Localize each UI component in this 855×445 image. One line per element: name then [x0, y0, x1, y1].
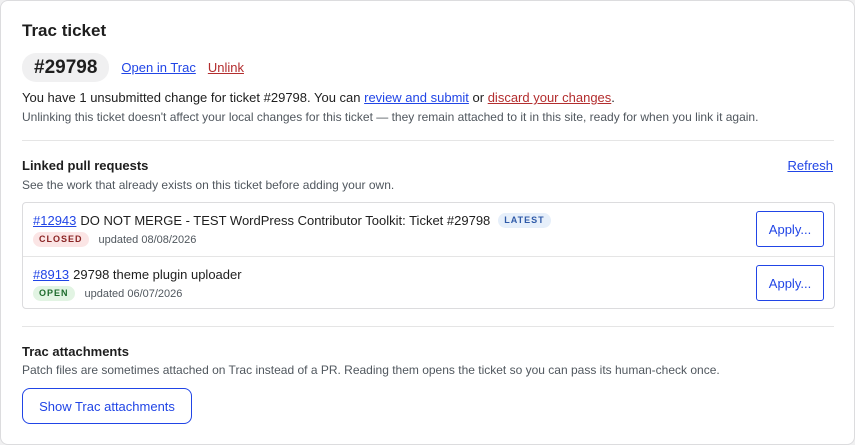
trac-attachments-description: Patch files are sometimes attached on Tr… — [22, 363, 720, 377]
unsubmitted-change-notice: You have 1 unsubmitted change for ticket… — [22, 90, 615, 105]
pr-number-link[interactable]: #12943 — [33, 213, 76, 228]
unlink-link[interactable]: Unlink — [208, 60, 244, 75]
apply-button[interactable]: Apply... — [756, 265, 824, 301]
ticket-number-badge: #29798 — [22, 53, 110, 82]
divider — [22, 326, 834, 327]
refresh-link[interactable]: Refresh — [787, 158, 833, 173]
pr-row: #8913 29798 theme plugin uploader OPEN u… — [23, 256, 834, 309]
pr-number-link[interactable]: #8913 — [33, 267, 69, 282]
pr-list: #12943 DO NOT MERGE - TEST WordPress Con… — [22, 202, 835, 309]
unlink-note: Unlinking this ticket doesn't affect you… — [22, 110, 759, 124]
pr-title-line: #12943 DO NOT MERGE - TEST WordPress Con… — [33, 213, 551, 228]
pr-title-line: #8913 29798 theme plugin uploader — [33, 267, 242, 282]
pr-meta-line: CLOSED updated 08/08/2026 — [33, 232, 196, 247]
pr-updated-date: updated 08/08/2026 — [98, 233, 197, 246]
discard-changes-link[interactable]: discard your changes — [488, 90, 612, 105]
divider — [22, 140, 834, 141]
linked-prs-description: See the work that already exists on this… — [22, 178, 395, 192]
apply-button[interactable]: Apply... — [756, 211, 824, 247]
status-badge-closed: CLOSED — [33, 232, 89, 247]
status-badge-open: OPEN — [33, 286, 75, 301]
notice-text-or: or — [468, 90, 488, 105]
notice-text-after: . — [611, 90, 615, 105]
pr-title: 29798 theme plugin uploader — [73, 267, 242, 282]
pr-updated-date: updated 06/07/2026 — [84, 287, 183, 300]
ticket-header-row: #29798 Open in Trac Unlink — [22, 53, 244, 82]
notice-text-before: You have 1 unsubmitted change for ticket… — [22, 90, 365, 105]
linked-prs-title: Linked pull requests — [22, 158, 149, 173]
card-title: Trac ticket — [22, 21, 107, 40]
latest-badge: LATEST — [498, 213, 551, 228]
trac-ticket-card: Trac ticket #29798 Open in Trac Unlink Y… — [0, 0, 855, 445]
show-trac-attachments-button[interactable]: Show Trac attachments — [22, 388, 192, 424]
pr-row: #12943 DO NOT MERGE - TEST WordPress Con… — [23, 203, 834, 256]
trac-attachments-title: Trac attachments — [22, 344, 129, 359]
pr-title: DO NOT MERGE - TEST WordPress Contributo… — [80, 213, 491, 228]
open-in-trac-link[interactable]: Open in Trac — [121, 60, 195, 75]
pr-meta-line: OPEN updated 06/07/2026 — [33, 286, 182, 301]
review-and-submit-link[interactable]: review and submit — [364, 90, 469, 105]
